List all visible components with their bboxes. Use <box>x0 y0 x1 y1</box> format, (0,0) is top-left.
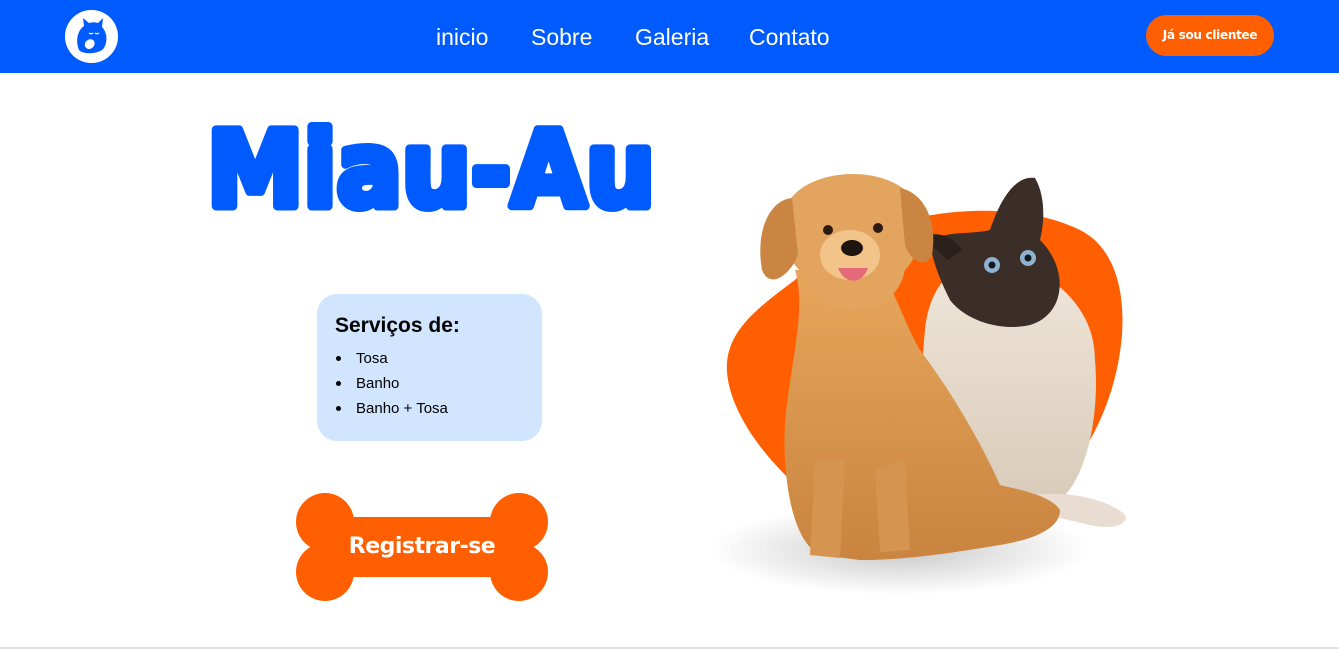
hero-title: Miau-Au <box>203 105 663 236</box>
nav-link-inicio[interactable]: inicio <box>436 22 488 52</box>
services-item-label: Banho + Tosa <box>356 400 448 417</box>
navbar: inicio Sobre Galeria Contato Já sou clie… <box>0 0 1339 73</box>
register-button-label: Registrar-se <box>348 534 496 559</box>
services-list: Tosa Banho Banho + Tosa <box>334 346 448 421</box>
services-card: Serviços de: Tosa Banho Banho + Tosa <box>317 294 542 441</box>
services-item-banho-tosa: Banho + Tosa <box>334 396 448 421</box>
bullet-icon <box>336 406 341 411</box>
nav-link-contato[interactable]: Contato <box>749 22 830 52</box>
nav-link-sobre[interactable]: Sobre <box>531 22 592 52</box>
main-nav: inicio Sobre Galeria Contato <box>0 22 1339 52</box>
register-button[interactable]: Registrar-se <box>292 492 552 602</box>
services-item-label: Tosa <box>356 350 388 367</box>
nav-link-galeria[interactable]: Galeria <box>635 22 709 52</box>
dog-and-cat-image <box>700 160 1140 600</box>
services-item-tosa: Tosa <box>334 346 448 371</box>
services-item-label: Banho <box>356 375 400 392</box>
client-login-button[interactable]: Já sou clientee <box>1146 15 1274 56</box>
services-item-banho: Banho <box>334 371 448 396</box>
bullet-icon <box>336 381 341 386</box>
page-bottom-divider <box>0 647 1339 649</box>
hero-title-text: Miau-Au <box>207 109 655 231</box>
services-title: Serviços de: <box>335 314 460 337</box>
bullet-icon <box>336 356 341 361</box>
